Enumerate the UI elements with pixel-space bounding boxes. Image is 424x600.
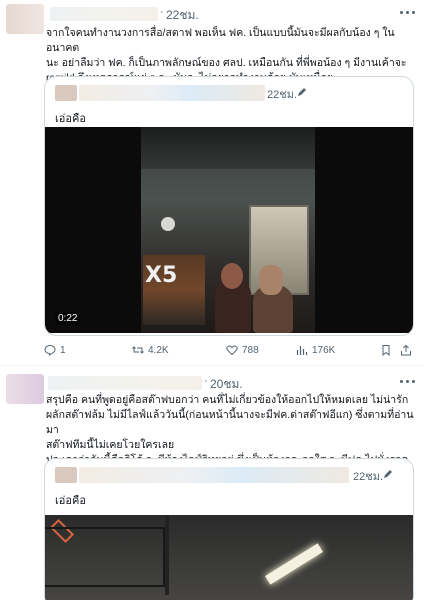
quoted-tweet[interactable]: 22ชม. เอ่อคือ X5 0:22 [44, 76, 414, 336]
quoted-author-name [79, 85, 265, 101]
tweet-time[interactable]: 20ชม. [210, 375, 243, 394]
like-count: 788 [242, 344, 259, 356]
retweet-button[interactable]: 4.2K [132, 344, 169, 356]
bookmark-icon [382, 345, 390, 356]
video-frame [45, 515, 413, 600]
edited-pencil-icon [298, 88, 306, 96]
views-icon [296, 346, 308, 355]
author-name[interactable] [48, 376, 202, 390]
like-button[interactable]: 788 [226, 344, 259, 356]
video-frame: X5 [141, 127, 315, 333]
quoted-text: เอ่อคือ [55, 113, 86, 125]
bookmark-button[interactable] [380, 344, 392, 356]
reply-icon [44, 344, 56, 356]
video-duration: 0:22 [55, 312, 81, 325]
quoted-tweet[interactable]: 22ชม. เอ่อคือ [44, 458, 414, 600]
quoted-avatar [55, 85, 77, 101]
video-player[interactable] [45, 515, 413, 600]
tweet[interactable]: · 20ชม. สรุปคือ คนที่พูดอยู่คือสต๊าฟบอกว… [0, 366, 424, 600]
tweet-time[interactable]: 22ชม. [166, 6, 199, 25]
separator-dot: · [160, 6, 164, 18]
retweet-icon [132, 346, 144, 354]
reply-count: 1 [60, 344, 66, 356]
video-player[interactable]: X5 0:22 [45, 127, 413, 333]
quoted-avatar [55, 467, 77, 483]
avatar[interactable] [6, 4, 44, 34]
tweet[interactable]: · 22ชม. จากใจคนทำงานวงการสื่อ/สตาฟ พอเห็… [0, 0, 424, 366]
quoted-time: 22ชม. [267, 89, 298, 101]
quoted-time: 22ชม. [353, 471, 384, 483]
author-name[interactable] [50, 7, 158, 21]
retweet-count: 4.2K [148, 344, 169, 356]
edited-pencil-icon [384, 470, 392, 478]
video-sign-text: X5 [145, 263, 178, 288]
quoted-text: เอ่อคือ [55, 495, 86, 507]
views-button[interactable]: 176K [296, 344, 335, 356]
separator-dot: · [204, 375, 208, 387]
share-icon [401, 344, 411, 356]
reply-button[interactable]: 1 [44, 344, 66, 356]
quoted-author-name [79, 467, 349, 483]
tweet-actions: 1 4.2K 788 176K [44, 344, 416, 362]
view-count: 176K [312, 344, 336, 356]
share-button[interactable] [400, 344, 412, 356]
heart-icon [226, 345, 238, 356]
more-options-icon[interactable] [400, 6, 416, 18]
avatar[interactable] [6, 374, 44, 404]
more-options-icon[interactable] [400, 375, 416, 387]
